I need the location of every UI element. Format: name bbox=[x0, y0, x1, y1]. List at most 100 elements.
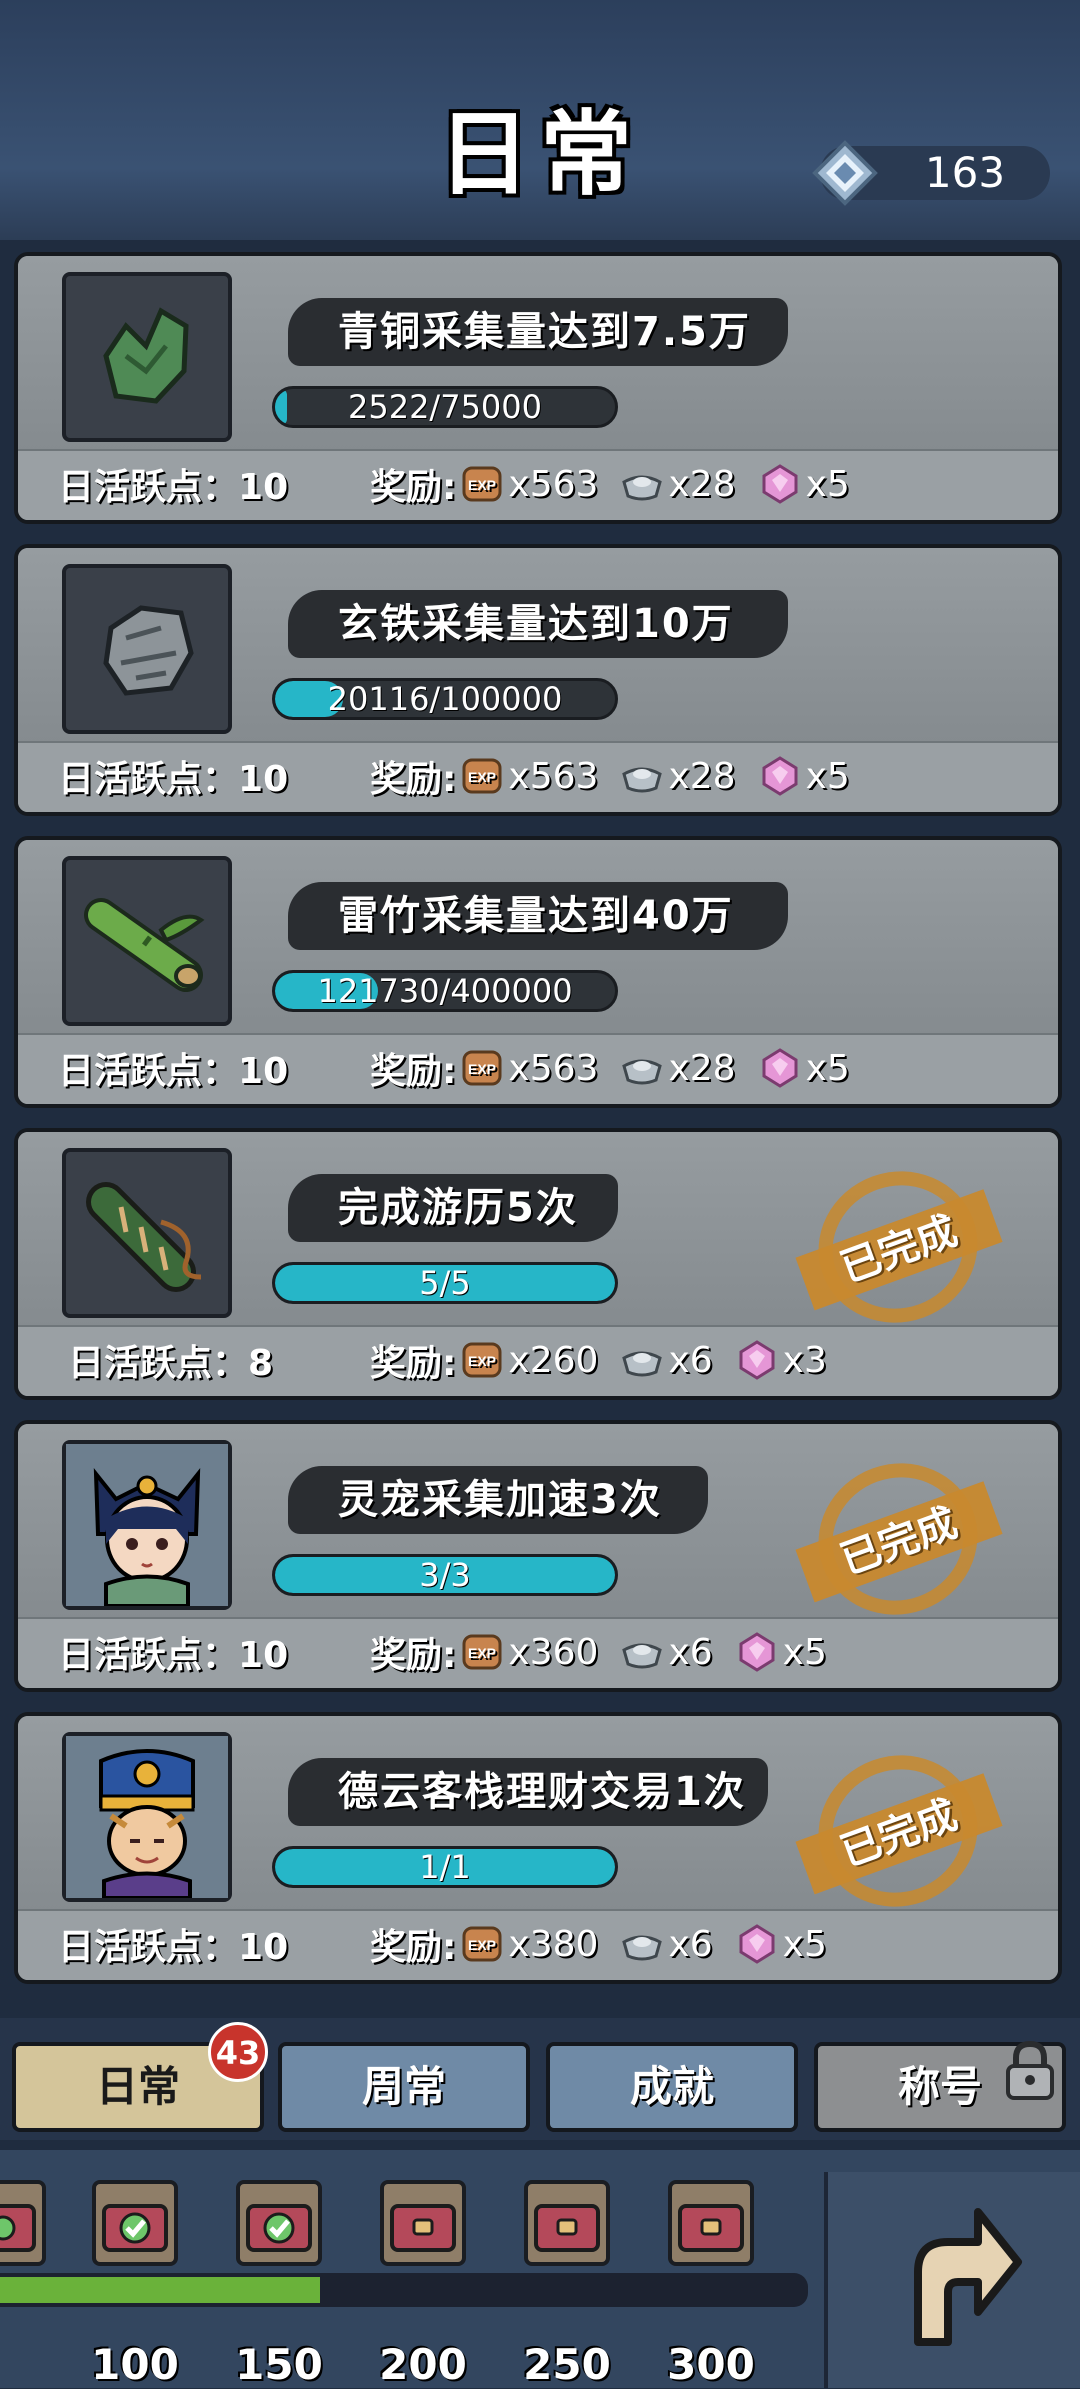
exp-icon: EXP bbox=[462, 758, 502, 794]
reward-label: 奖励: bbox=[370, 1051, 457, 1092]
reward-label: 奖励: bbox=[370, 467, 457, 508]
svg-text:EXP: EXP bbox=[468, 1353, 496, 1369]
reward-amount: x6 bbox=[668, 1923, 713, 1965]
progress-text: 2522/75000 bbox=[347, 388, 542, 426]
activity-progress-fill bbox=[0, 2277, 320, 2303]
reward-amount: x563 bbox=[508, 1047, 599, 1089]
task-rewards: 奖励: EXP x563 x28 x5 bbox=[370, 750, 868, 802]
task-card: 玄铁采集量达到10万 20116/100000 日活跃点：10 奖励: EXP … bbox=[14, 544, 1062, 816]
scroll-icon bbox=[86, 1182, 202, 1292]
task-title: 玄铁采集量达到10万 bbox=[338, 601, 734, 647]
currency-value: 163 bbox=[924, 148, 1006, 197]
tab-label: 称号 bbox=[897, 2062, 982, 2111]
chest-claimed[interactable] bbox=[92, 2180, 178, 2266]
task-rewards: 奖励: EXP x563 x28 x5 bbox=[370, 1042, 868, 1094]
activity-value: 10 bbox=[238, 1051, 289, 1092]
activity-value: 10 bbox=[238, 759, 289, 800]
reward-amount: x6 bbox=[668, 1631, 713, 1673]
chest-icon[interactable] bbox=[380, 2180, 466, 2266]
svg-text:EXP: EXP bbox=[468, 1061, 496, 1077]
activity-value: 10 bbox=[238, 1635, 289, 1676]
activity-points: 日活跃点：10 bbox=[58, 1626, 288, 1678]
milestone-value: 100 bbox=[91, 2340, 179, 2389]
exp-icon: EXP bbox=[462, 1342, 502, 1378]
task-list[interactable]: 青铜采集量达到7.5万 2522/75000 日活跃点：10 奖励: EXP x… bbox=[0, 248, 1080, 2016]
chest-icon[interactable] bbox=[668, 2180, 754, 2266]
reward-amount: x3 bbox=[782, 1339, 827, 1381]
activity-value: 8 bbox=[248, 1343, 274, 1384]
tab-label: 成就 bbox=[629, 2062, 714, 2111]
task-card: 灵宠采集加速3次 3/3 已完成 日活跃点：10 奖励: EXP x360 x6… bbox=[14, 1420, 1062, 1692]
activity-points: 日活跃点：8 bbox=[68, 1334, 273, 1386]
task-title: 完成游历5次 bbox=[338, 1185, 578, 1231]
milestone-value: 300 bbox=[667, 2340, 755, 2389]
pink-gem-icon bbox=[739, 1924, 775, 1964]
activity-points: 日活跃点：10 bbox=[58, 1918, 288, 1970]
activity-points: 日活跃点：10 bbox=[58, 1042, 288, 1094]
bronze-ore-icon bbox=[103, 307, 189, 404]
reward-amount: x28 bbox=[668, 463, 736, 505]
reward-amount: x5 bbox=[805, 755, 850, 797]
activity-progress-panel: 100 150 200 250 300 bbox=[0, 2150, 1080, 2389]
task-thumbnail bbox=[62, 856, 232, 1026]
task-progress-bar: 121730/400000 bbox=[272, 970, 618, 1012]
pink-gem-icon bbox=[762, 1048, 798, 1088]
reward-amount: x380 bbox=[508, 1923, 599, 1965]
pet-avatar-icon bbox=[66, 1444, 228, 1606]
milestone-value: 150 bbox=[235, 2340, 323, 2389]
chest-claimed[interactable] bbox=[236, 2180, 322, 2266]
progress-text: 121730/400000 bbox=[317, 972, 573, 1010]
task-rewards: 奖励: EXP x563 x28 x5 bbox=[370, 458, 868, 510]
pink-gem-icon bbox=[739, 1632, 775, 1672]
milestone-value: 200 bbox=[379, 2340, 467, 2389]
back-button[interactable] bbox=[824, 2172, 1080, 2388]
activity-label: 日活跃点： bbox=[58, 1635, 239, 1676]
activity-label: 日活跃点： bbox=[58, 759, 239, 800]
tab-achievements[interactable]: 成就 bbox=[546, 2042, 798, 2132]
task-rewards: 奖励: EXP x380 x6 x5 bbox=[370, 1918, 845, 1970]
exp-icon: EXP bbox=[462, 1634, 502, 1670]
progress-text: 1/1 bbox=[419, 1848, 471, 1886]
pink-gem-icon bbox=[739, 1340, 775, 1380]
bamboo-icon bbox=[84, 898, 205, 992]
check-icon bbox=[102, 2204, 168, 2252]
task-card: 雷竹采集量达到40万 121730/400000 日活跃点：10 奖励: EXP… bbox=[14, 836, 1062, 1108]
tab-bar: 日常 43 周常 成就 称号 bbox=[0, 2018, 1080, 2140]
task-thumbnail bbox=[62, 1440, 232, 1610]
task-card: 青铜采集量达到7.5万 2522/75000 日活跃点：10 奖励: EXP x… bbox=[14, 252, 1062, 524]
activity-label: 日活跃点： bbox=[68, 1343, 249, 1384]
activity-value: 10 bbox=[238, 467, 289, 508]
chest-icon[interactable] bbox=[0, 2180, 46, 2266]
task-card: 德云客栈理财交易1次 1/1 已完成 日活跃点：10 奖励: EXP x380 … bbox=[14, 1712, 1062, 1984]
exp-icon: EXP bbox=[462, 466, 502, 502]
progress-text: 3/3 bbox=[419, 1556, 471, 1594]
header: 日常 163 bbox=[0, 0, 1080, 240]
exp-icon: EXP bbox=[462, 1050, 502, 1086]
tab-label: 周常 bbox=[361, 2062, 446, 2111]
task-title: 灵宠采集加速3次 bbox=[338, 1477, 662, 1523]
svg-text:EXP: EXP bbox=[468, 477, 496, 493]
pink-gem-icon bbox=[762, 464, 798, 504]
reward-amount: x28 bbox=[668, 755, 736, 797]
reward-label: 奖励: bbox=[370, 1927, 457, 1968]
reward-amount: x563 bbox=[508, 755, 599, 797]
progress-text: 5/5 bbox=[419, 1264, 471, 1302]
reward-amount: x5 bbox=[805, 1047, 850, 1089]
merchant-avatar-icon bbox=[66, 1736, 228, 1898]
reward-amount: x6 bbox=[668, 1339, 713, 1381]
chest-icon[interactable] bbox=[524, 2180, 610, 2266]
silver-ingot-icon bbox=[622, 1351, 663, 1377]
reward-amount: x260 bbox=[508, 1339, 599, 1381]
pink-gem-icon bbox=[762, 756, 798, 796]
svg-text:EXP: EXP bbox=[468, 1937, 496, 1953]
task-progress-bar: 2522/75000 bbox=[272, 386, 618, 428]
tab-weekly[interactable]: 周常 bbox=[278, 2042, 530, 2132]
activity-points: 日活跃点：10 bbox=[58, 750, 288, 802]
reward-label: 奖励: bbox=[370, 759, 457, 800]
reward-amount: x563 bbox=[508, 463, 599, 505]
task-thumbnail bbox=[62, 564, 232, 734]
reward-amount: x5 bbox=[805, 463, 850, 505]
task-title: 青铜采集量达到7.5万 bbox=[338, 309, 751, 355]
milestone-value: 250 bbox=[523, 2340, 611, 2389]
task-progress-bar: 3/3 bbox=[272, 1554, 618, 1596]
